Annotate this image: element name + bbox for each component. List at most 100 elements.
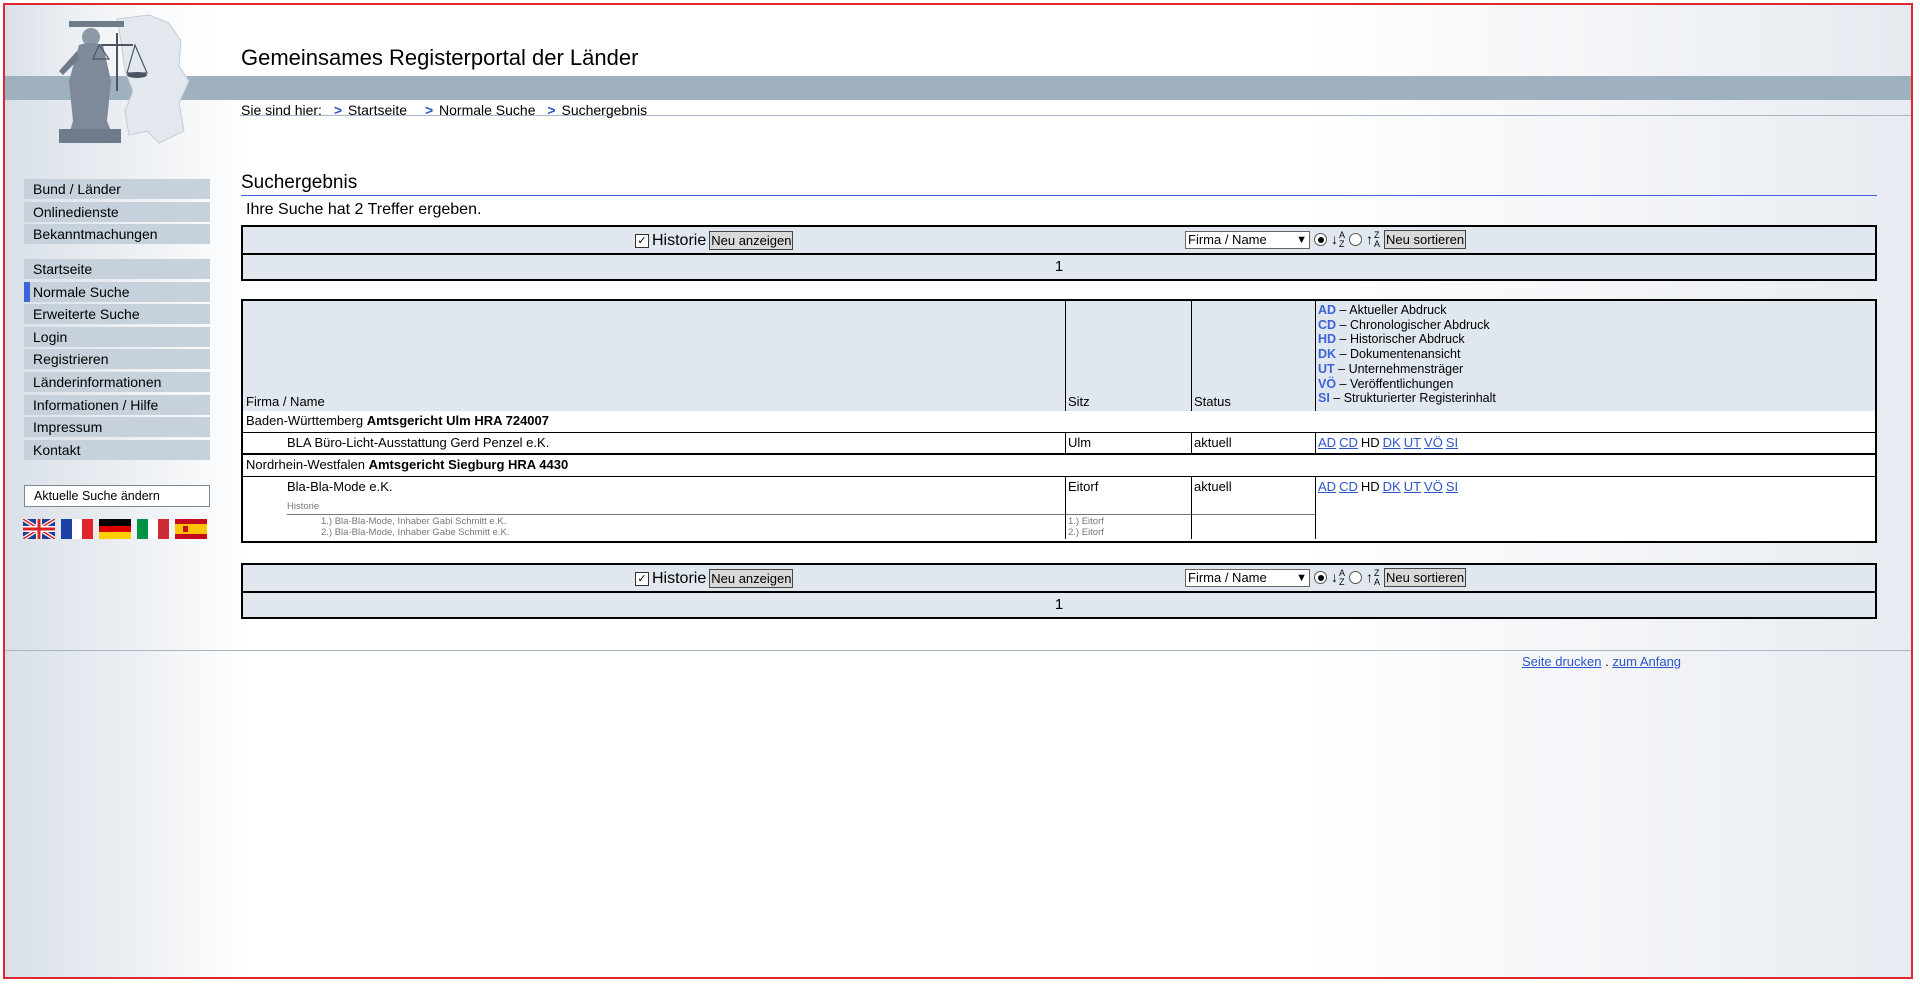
doc-link-ad[interactable]: AD [1318,479,1336,494]
sidebar-item-erweiterte-suche[interactable]: Erweiterte Suche [24,304,210,325]
legend-item: DK – Dokumentenansicht [1318,347,1461,362]
doc-link-ad[interactable]: AD [1318,435,1336,450]
result-toolbar-bottom: ✓ Historie Neu anzeigen Firma / Name ▼ ↓… [241,563,1877,619]
breadcrumb-prefix: Sie sind hier: [241,102,322,118]
resort-button[interactable]: Neu sortieren [1384,230,1467,249]
doc-link-hd: HD [1360,479,1380,494]
site-title: Gemeinsames Registerportal der Länder [241,45,639,70]
sort-ascending-icon: ↓ A Z [1331,229,1346,249]
flag-spain-icon[interactable] [175,519,207,539]
historie-label: Historie [652,231,707,249]
sidebar-item-login[interactable]: Login [24,326,210,347]
flag-uk-icon[interactable] [23,519,55,539]
doc-link-hd: HD [1360,435,1380,450]
back-to-top-link[interactable]: zum Anfang [1612,654,1681,669]
company-name: Bla-Bla-Mode e.K. [287,479,393,494]
court-group-row: Nordrhein-Westfalen Amtsgericht Siegburg… [243,455,1875,477]
state-name: Nordrhein-Westfalen [246,457,365,472]
court-group-row: Baden-Württemberg Amtsgericht Ulm HRA 72… [243,411,1875,433]
legend-item: HD – Historischer Abdruck [1318,332,1465,347]
doc-link-dk[interactable]: DK [1383,435,1401,450]
historie-checkbox[interactable]: ✓ [635,571,649,586]
sort-desc-radio[interactable] [1349,571,1363,584]
sidebar-item-laenderinformationen[interactable]: Länderinformationen [24,371,210,392]
language-flags [23,519,207,539]
sidebar-item-normale-suche[interactable]: Normale Suche [24,281,210,302]
sidebar-item-bekanntmachungen[interactable]: Bekanntmachungen [24,224,210,245]
legend-item: UT – Unternehmensträger [1318,361,1464,376]
flag-italy-icon[interactable] [137,519,169,539]
toolbar-row: ✓ Historie Neu anzeigen Firma / Name ▼ ↓… [243,565,1875,593]
document-links: AD CD HD DK UT VÖ SI [1318,433,1461,453]
header-band [5,76,1911,100]
sort-field-select[interactable]: Firma / Name ▼ [1185,230,1310,249]
table-row: Bla-Bla-Mode e.K. Eitorf aktuell AD CD HD D… [243,477,1875,541]
change-search-button[interactable]: Aktuelle Suche ändern [24,485,210,507]
sort-control: Firma / Name ▼ ↓ A Z ↑ Z A Neu sortieren [1185,567,1467,587]
pager: 1 [243,593,1875,617]
historie-checkbox[interactable]: ✓ [635,233,649,248]
sidebar-item-startseite[interactable]: Startseite [24,259,210,279]
history-label: Historie [287,501,320,512]
legend-item: SI – Strukturierter Registerinhalt [1318,391,1496,406]
doc-link-si[interactable]: SI [1446,435,1458,450]
sort-field-value: Firma / Name [1188,231,1267,247]
sort-field-select[interactable]: Firma / Name ▼ [1185,568,1310,587]
sort-field-value: Firma / Name [1188,569,1267,585]
sort-ascending-icon: ↓ A Z [1331,567,1346,587]
breadcrumb-current: Suchergebnis [561,102,648,118]
court-reference: Amtsgericht Siegburg HRA 4430 [368,457,569,472]
sort-descending-icon: ↑ Z A [1366,229,1381,249]
doc-link-ut[interactable]: UT [1404,435,1421,450]
historie-label: Historie [652,569,707,587]
sidebar-item-bund-laender[interactable]: Bund / Länder [24,179,210,199]
flag-france-icon[interactable] [61,519,93,539]
breadcrumb-startseite[interactable]: Startseite [348,102,407,118]
pager: 1 [243,255,1875,279]
doc-link-ut[interactable]: UT [1404,479,1421,494]
legend-item: CD – Chronologischer Abdruck [1318,317,1490,332]
resort-button[interactable]: Neu sortieren [1384,568,1467,587]
historie-control: ✓ Historie Neu anzeigen [635,231,794,250]
table-header: Firma / Name Sitz Status AD – Aktueller … [243,301,1875,413]
sidebar-item-registrieren[interactable]: Registrieren [24,349,210,370]
historie-control: ✓ Historie Neu anzeigen [635,569,794,588]
company-sitz: Ulm [1068,435,1092,450]
show-button[interactable]: Neu anzeigen [709,231,794,250]
doc-link-si[interactable]: SI [1446,479,1458,494]
sidebar-item-kontakt[interactable]: Kontakt [24,439,210,460]
result-toolbar-top: ✓ Historie Neu anzeigen Firma / Name ▼ ↓… [241,225,1877,281]
show-button[interactable]: Neu anzeigen [709,569,794,588]
breadcrumb-sep: > [424,102,434,118]
footer-divider [5,650,1911,651]
table-row: BLA Büro-Licht-Ausstattung Gerd Penzel e… [243,433,1875,455]
sort-descending-icon: ↑ Z A [1366,567,1381,587]
sort-desc-radio[interactable] [1349,233,1363,246]
print-page-link[interactable]: Seite drucken [1522,654,1602,669]
company-status: aktuell [1194,435,1232,450]
page-number[interactable]: 1 [1055,596,1063,613]
breadcrumb-normale-suche[interactable]: Normale Suche [439,102,536,118]
sidebar-item-onlinedienste[interactable]: Onlinedienste [24,201,210,222]
history-sitz-2: 2.) Eitorf [1068,527,1104,538]
document-links: AD CD HD DK UT VÖ SI [1318,477,1461,497]
sidebar-item-informationen-hilfe[interactable]: Informationen / Hilfe [24,394,210,415]
doc-link-dk[interactable]: DK [1383,479,1401,494]
doc-link-vo[interactable]: VÖ [1424,435,1443,450]
sort-asc-radio[interactable] [1314,571,1327,584]
doc-link-vo[interactable]: VÖ [1424,479,1443,494]
breadcrumb-sep: > [333,102,343,118]
doc-link-cd[interactable]: CD [1339,435,1358,450]
results-table: Firma / Name Sitz Status AD – Aktueller … [241,299,1877,543]
page-number[interactable]: 1 [1055,258,1063,275]
sort-asc-radio[interactable] [1314,233,1327,246]
column-header-status: Status [1194,394,1231,409]
sidebar-item-impressum[interactable]: Impressum [24,417,210,438]
hits-count: Ihre Suche hat 2 Treffer ergeben. [246,201,482,218]
doc-link-cd[interactable]: CD [1339,479,1358,494]
breadcrumb: Sie sind hier: > Startseite > Normale Su… [241,102,647,118]
sidebar-nav-secondary: Startseite Normale Suche Erweiterte Such… [24,259,210,462]
flag-germany-icon[interactable] [99,519,131,539]
sort-control: Firma / Name ▼ ↓ A Z ↑ Z A Neu sortieren [1185,229,1467,249]
column-header-firma: Firma / Name [246,394,325,409]
